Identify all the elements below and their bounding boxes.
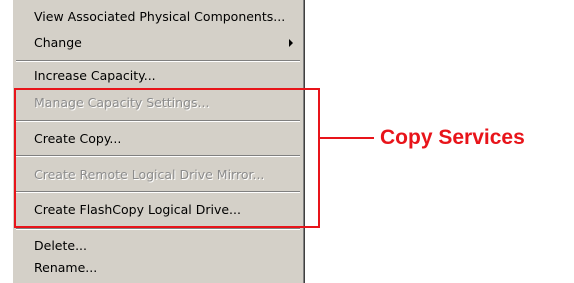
copy-services-highlight-box: [14, 88, 320, 228]
submenu-arrow-icon: [289, 39, 293, 47]
menu-item-label: Rename...: [34, 260, 98, 275]
menu-item-label: Change: [34, 35, 82, 50]
copy-services-callout-label: Copy Services: [380, 126, 525, 149]
menu-item-change[interactable]: Change: [13, 31, 303, 55]
callout-leader-line: [320, 137, 374, 139]
menu-item-rename[interactable]: Rename...: [13, 256, 303, 280]
menu-item-label: Increase Capacity...: [34, 68, 156, 83]
menu-item-increase-capacity[interactable]: Increase Capacity...: [13, 64, 303, 88]
menu-separator: [16, 228, 300, 230]
menu-item-view-associated-physical-components[interactable]: View Associated Physical Components...: [13, 5, 303, 29]
menu-item-delete[interactable]: Delete...: [13, 234, 303, 258]
menu-separator: [16, 60, 300, 62]
menu-item-label: View Associated Physical Components...: [34, 9, 286, 24]
menu-item-label: Delete...: [34, 238, 87, 253]
